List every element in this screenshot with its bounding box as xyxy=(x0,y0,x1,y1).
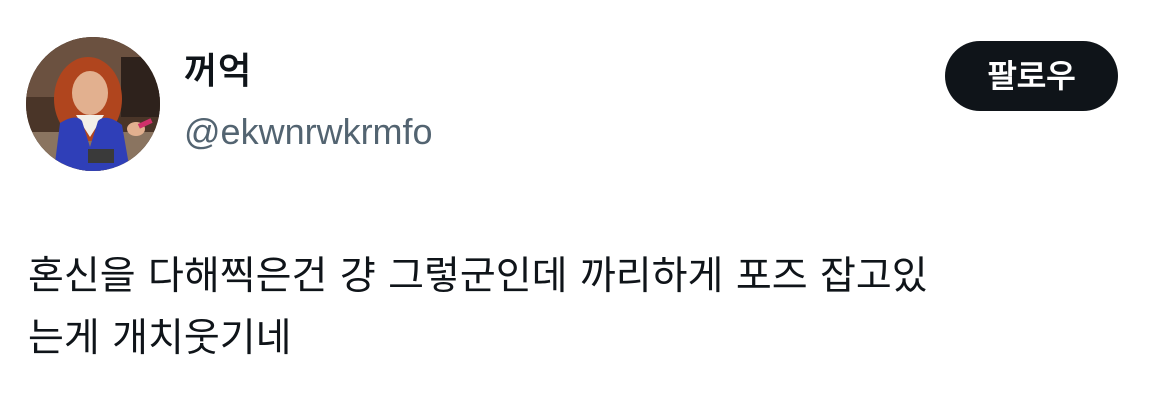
display-name[interactable]: 꺼억 xyxy=(184,50,252,94)
tweet-text: 혼신을 다해찍은건 걍 그렇군인데 까리하게 포즈 잡고있 는게 개치웃기네 xyxy=(28,246,1128,370)
tweet-card: 꺼억 @ekwnrwkrmfo 팔로우 혼신을 다해찍은건 걍 그렇군인데 까리… xyxy=(0,0,1170,409)
follow-button[interactable]: 팔로우 xyxy=(945,41,1118,111)
profile-photo-icon xyxy=(26,37,160,171)
avatar[interactable] xyxy=(26,37,160,171)
user-handle[interactable]: @ekwnrwkrmfo xyxy=(184,110,433,154)
tweet-text-line: 혼신을 다해찍은건 걍 그렇군인데 까리하게 포즈 잡고있 xyxy=(28,254,928,299)
tweet-text-line: 는게 개치웃기네 xyxy=(28,316,292,361)
